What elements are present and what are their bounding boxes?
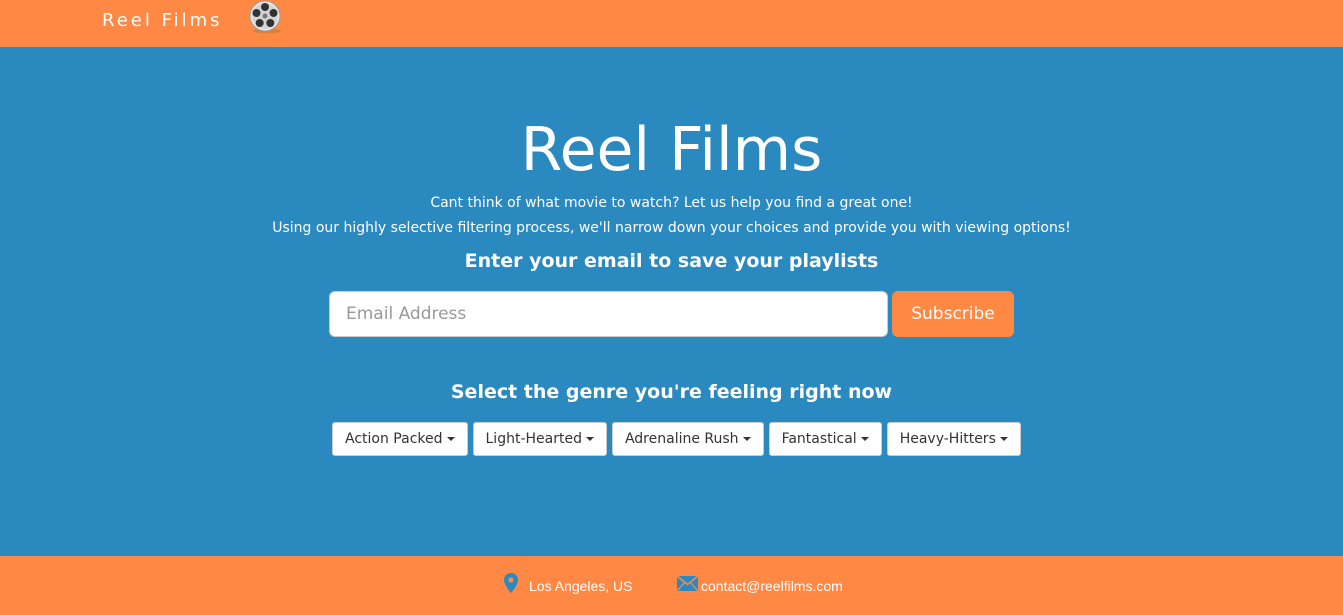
- film-reel-icon[interactable]: [247, 0, 283, 34]
- genre-heading: Select the genre you're feeling right no…: [450, 381, 893, 403]
- caret-down-icon: [446, 437, 455, 441]
- caret-down-icon: [742, 437, 751, 441]
- page-title: Reel Films: [520, 115, 823, 185]
- email-link[interactable]: contact@reelfilms.com: [701, 578, 843, 594]
- email-field[interactable]: [329, 291, 888, 337]
- footer-email[interactable]: contact@reelfilms.com: [677, 575, 843, 594]
- footer-location: Los Angeles, US: [504, 573, 633, 594]
- brand-link[interactable]: Reel Films: [102, 10, 223, 31]
- subscribe-button[interactable]: Subscribe: [892, 291, 1014, 337]
- caret-down-icon: [860, 437, 869, 441]
- location-text: Los Angeles, US: [529, 578, 633, 594]
- hero-section: Reel Films Cant think of what movie to w…: [0, 47, 1343, 556]
- genre-dropdown-adrenaline-rush[interactable]: Adrenaline Rush: [611, 422, 764, 456]
- email-heading: Enter your email to save your playlists: [464, 250, 879, 272]
- genre-dropdown-label: Fantastical: [781, 431, 857, 447]
- map-pin-icon: [504, 573, 518, 593]
- caret-down-icon: [999, 437, 1008, 441]
- tagline-primary: Cant think of what movie to watch? Let u…: [430, 195, 913, 211]
- footer: Los Angeles, US contact@reelfilms.com: [0, 556, 1343, 615]
- genre-dropdown-fantastical[interactable]: Fantastical: [768, 422, 882, 456]
- caret-down-icon: [585, 437, 594, 441]
- genre-dropdown-action-packed[interactable]: Action Packed: [332, 422, 468, 456]
- genre-dropdown-label: Light-Hearted: [485, 431, 582, 447]
- genre-dropdown-label: Action Packed: [345, 431, 443, 447]
- genre-dropdown-heavy-hitters[interactable]: Heavy-Hitters: [886, 422, 1021, 456]
- genre-dropdown-label: Heavy-Hitters: [899, 431, 996, 447]
- tagline-secondary: Using our highly selective filtering pro…: [272, 220, 1071, 236]
- genre-dropdown-label: Adrenaline Rush: [624, 431, 739, 447]
- genre-button-group: Action Packed Light-Hearted Adrenaline R…: [332, 422, 1021, 456]
- genre-dropdown-light-hearted[interactable]: Light-Hearted: [472, 422, 607, 456]
- navbar: Reel Films: [0, 0, 1343, 47]
- envelope-icon: [677, 575, 698, 591]
